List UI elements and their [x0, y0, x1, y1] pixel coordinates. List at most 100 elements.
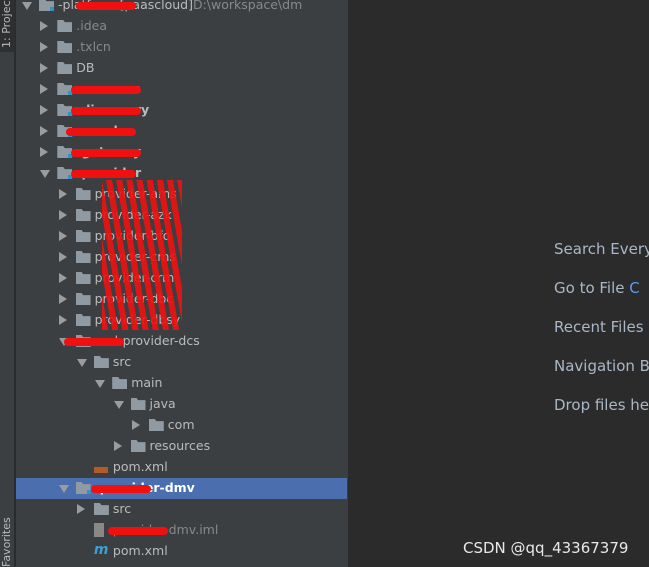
expand-down-icon[interactable]	[76, 359, 87, 367]
hint-text: Search Every	[554, 240, 649, 258]
hint-text: Navigation B	[554, 357, 649, 375]
hint-text: Drop files he	[554, 396, 649, 414]
folder-icon	[75, 293, 91, 305]
tree-item-label: .txlcn	[76, 39, 111, 54]
editor-hint: Drop files he	[554, 396, 649, 414]
tree-item-label: .idea	[76, 18, 108, 33]
expand-right-icon[interactable]	[58, 231, 67, 241]
expand-right-icon[interactable]	[58, 210, 67, 220]
tree-item[interactable]: src	[16, 499, 347, 520]
tree-item[interactable]: java	[16, 394, 347, 415]
tab-project[interactable]: 1: Project	[0, 0, 15, 52]
hint-shortcut: C	[629, 279, 640, 297]
redaction-mark	[71, 86, 141, 94]
tree-item-label: src	[112, 354, 132, 369]
editor-hint: Search Every	[554, 240, 649, 258]
tree-item[interactable]: provider-dmv.iml	[16, 520, 347, 541]
expand-down-icon[interactable]	[22, 2, 32, 10]
project-path: D:\workspace\dm	[192, 0, 303, 12]
tree-item-label: src	[112, 501, 132, 516]
folder-icon	[112, 377, 128, 389]
editor-empty-area: Search Every Go to File C Recent Files Navi…	[348, 0, 649, 567]
redaction-mark	[71, 170, 136, 178]
project-tree: -platform [paascloud]D:\workspace\dm .ide…	[16, 0, 348, 567]
expand-right-icon[interactable]	[58, 252, 67, 262]
folder-icon	[57, 41, 73, 53]
expand-right-icon[interactable]	[131, 420, 140, 430]
tree-item[interactable]: -gateway	[16, 142, 347, 163]
watermark: CSDN @qq_43367379	[463, 539, 629, 557]
expand-right-icon[interactable]	[58, 273, 67, 283]
redaction-mark	[102, 180, 182, 330]
tree-item[interactable]: .txlcn	[16, 37, 347, 58]
expand-right-icon[interactable]	[40, 63, 49, 73]
tree-item[interactable]: m pom.xml	[16, 541, 347, 562]
folder-icon	[57, 62, 73, 74]
folder-icon	[93, 356, 109, 368]
folder-icon	[148, 419, 164, 431]
redaction-mark	[64, 338, 124, 346]
editor-hint: Recent Files	[554, 318, 644, 336]
tree-item[interactable]: -provider-dmv	[16, 478, 347, 499]
folder-icon	[75, 272, 91, 284]
tab-favorites[interactable]: Favorites	[0, 517, 15, 567]
redaction-mark	[91, 485, 151, 493]
expand-down-icon[interactable]	[113, 401, 124, 409]
tree-item[interactable]: resources	[16, 436, 347, 457]
tree-item[interactable]: com	[16, 415, 347, 436]
tree-item-label: pom.xml	[112, 543, 168, 558]
iml-file-icon	[93, 523, 104, 537]
folder-icon	[75, 230, 91, 242]
expand-right-icon[interactable]	[58, 294, 67, 304]
module-folder-icon	[39, 0, 54, 11]
folder-icon	[75, 188, 91, 200]
tree-item-label: pom.xml	[112, 459, 168, 474]
hint-text: Go to File	[554, 279, 630, 297]
expand-down-icon[interactable]	[58, 485, 69, 493]
tree-item[interactable]: src	[16, 352, 347, 373]
tree-item[interactable]: main	[16, 373, 347, 394]
tree-item[interactable]: -discovery	[16, 100, 347, 121]
tree-item[interactable]: -platform [paascloud]D:\workspace\dm	[16, 0, 347, 16]
tree-item-label: DB	[76, 60, 95, 75]
module-folder-icon	[75, 482, 91, 494]
redaction-mark	[71, 107, 141, 115]
folder-icon	[130, 440, 146, 452]
tree-item[interactable]: -common	[16, 79, 347, 100]
expand-down-icon[interactable]	[95, 380, 106, 388]
tool-window-strip: 1: Project Favorites	[0, 0, 15, 567]
folder-icon	[57, 20, 73, 32]
redaction-mark	[76, 2, 136, 10]
tree-item-label: main	[131, 375, 163, 390]
folder-icon	[75, 314, 91, 326]
expand-right-icon[interactable]	[40, 147, 49, 157]
hint-text: Recent Files	[554, 318, 644, 336]
expand-right-icon[interactable]	[58, 315, 67, 325]
expand-down-icon[interactable]	[40, 170, 51, 178]
maven-icon: m	[93, 542, 109, 558]
tree-item-label: resources	[149, 438, 211, 453]
redaction-mark	[108, 527, 168, 535]
expand-right-icon[interactable]	[58, 189, 67, 199]
expand-right-icon[interactable]	[40, 42, 49, 52]
redaction-mark	[66, 128, 136, 136]
tree-item-label: com	[167, 417, 195, 432]
redaction-mark	[71, 149, 141, 157]
expand-right-icon[interactable]	[76, 504, 85, 514]
expand-right-icon[interactable]	[40, 21, 49, 31]
expand-right-icon[interactable]	[113, 441, 122, 451]
expand-right-icon[interactable]	[40, 126, 49, 136]
xml-file-icon	[93, 467, 108, 473]
expand-right-icon[interactable]	[40, 105, 49, 115]
tree-item[interactable]: DB	[16, 58, 347, 79]
tree-item-label: java	[149, 396, 176, 411]
editor-hint: Navigation B	[554, 357, 649, 375]
folder-icon	[130, 398, 146, 410]
folder-icon	[75, 251, 91, 263]
expand-right-icon[interactable]	[40, 84, 49, 94]
editor-hint: Go to File C	[554, 279, 640, 297]
tree-item[interactable]: pom.xml	[16, 457, 347, 478]
tree-item[interactable]: .idea	[16, 16, 347, 37]
folder-icon	[75, 209, 91, 221]
folder-icon	[93, 503, 109, 515]
